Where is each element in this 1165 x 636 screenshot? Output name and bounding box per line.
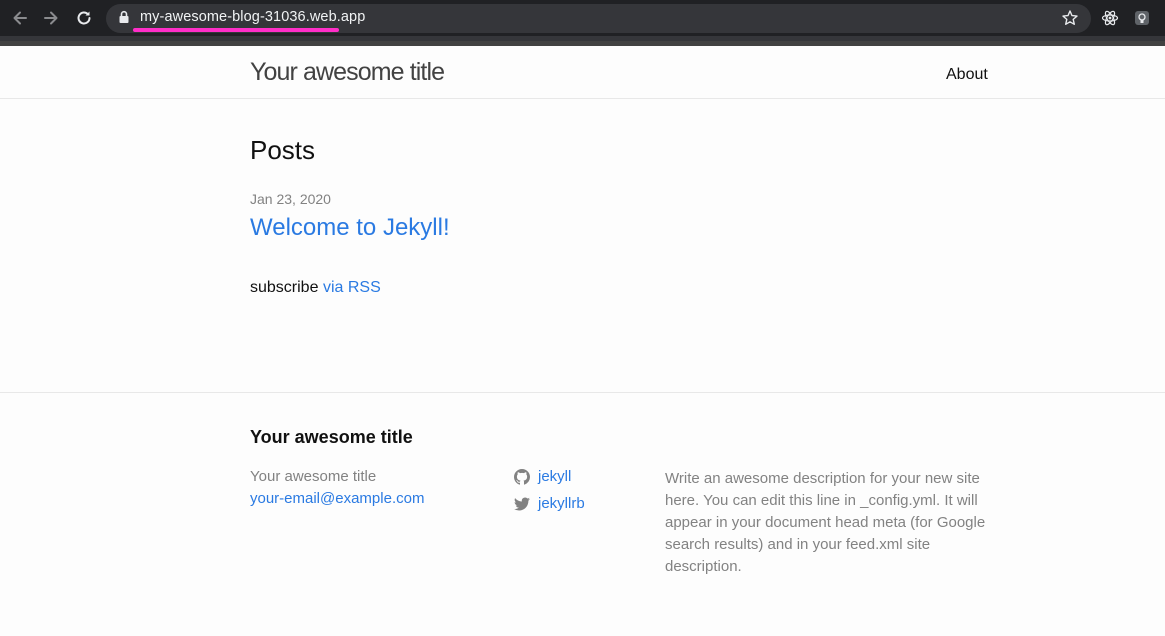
- back-arrow-icon[interactable]: [10, 8, 30, 28]
- post-date: Jan 23, 2020: [250, 191, 331, 207]
- post-title-link[interactable]: Welcome to Jekyll!: [250, 214, 450, 242]
- subscribe-line: subscribe via RSS: [250, 279, 381, 297]
- site-footer: Your awesome title Your awesome title yo…: [0, 392, 1165, 636]
- url-text[interactable]: my-awesome-blog-31036.web.app: [140, 9, 365, 25]
- subscribe-text: subscribe: [250, 279, 319, 296]
- footer-email-link[interactable]: your-email@example.com: [250, 490, 424, 507]
- site-header: Your awesome title About: [0, 41, 1165, 99]
- social-item-github: jekyll: [514, 468, 571, 485]
- reload-icon[interactable]: [74, 8, 94, 28]
- page-content: Your awesome title About Posts Jan 23, 2…: [0, 41, 1165, 636]
- lock-icon: [118, 10, 130, 24]
- nav-about-link[interactable]: About: [946, 66, 988, 84]
- github-icon: [514, 468, 530, 485]
- posts-heading: Posts: [250, 135, 316, 165]
- url-highlight-underline: [133, 28, 339, 32]
- react-devtools-extension-icon[interactable]: [1101, 9, 1119, 27]
- footer-heading: Your awesome title: [250, 427, 413, 447]
- lighthouse-extension-icon[interactable]: [1133, 9, 1151, 27]
- footer-description: Write an awesome description for your ne…: [665, 470, 986, 575]
- forward-arrow-icon[interactable]: [41, 8, 61, 28]
- twitter-link[interactable]: jekyllrb: [538, 495, 585, 512]
- site-title-link[interactable]: Your awesome title: [250, 58, 445, 87]
- social-item-twitter: jekyllrb: [514, 495, 585, 512]
- bookmark-star-icon[interactable]: [1061, 9, 1079, 27]
- twitter-icon: [514, 497, 530, 510]
- browser-toolbar: my-awesome-blog-31036.web.app: [0, 0, 1165, 41]
- footer-site-name: Your awesome title: [250, 468, 377, 485]
- github-link[interactable]: jekyll: [538, 468, 571, 485]
- rss-link[interactable]: via RSS: [323, 279, 381, 296]
